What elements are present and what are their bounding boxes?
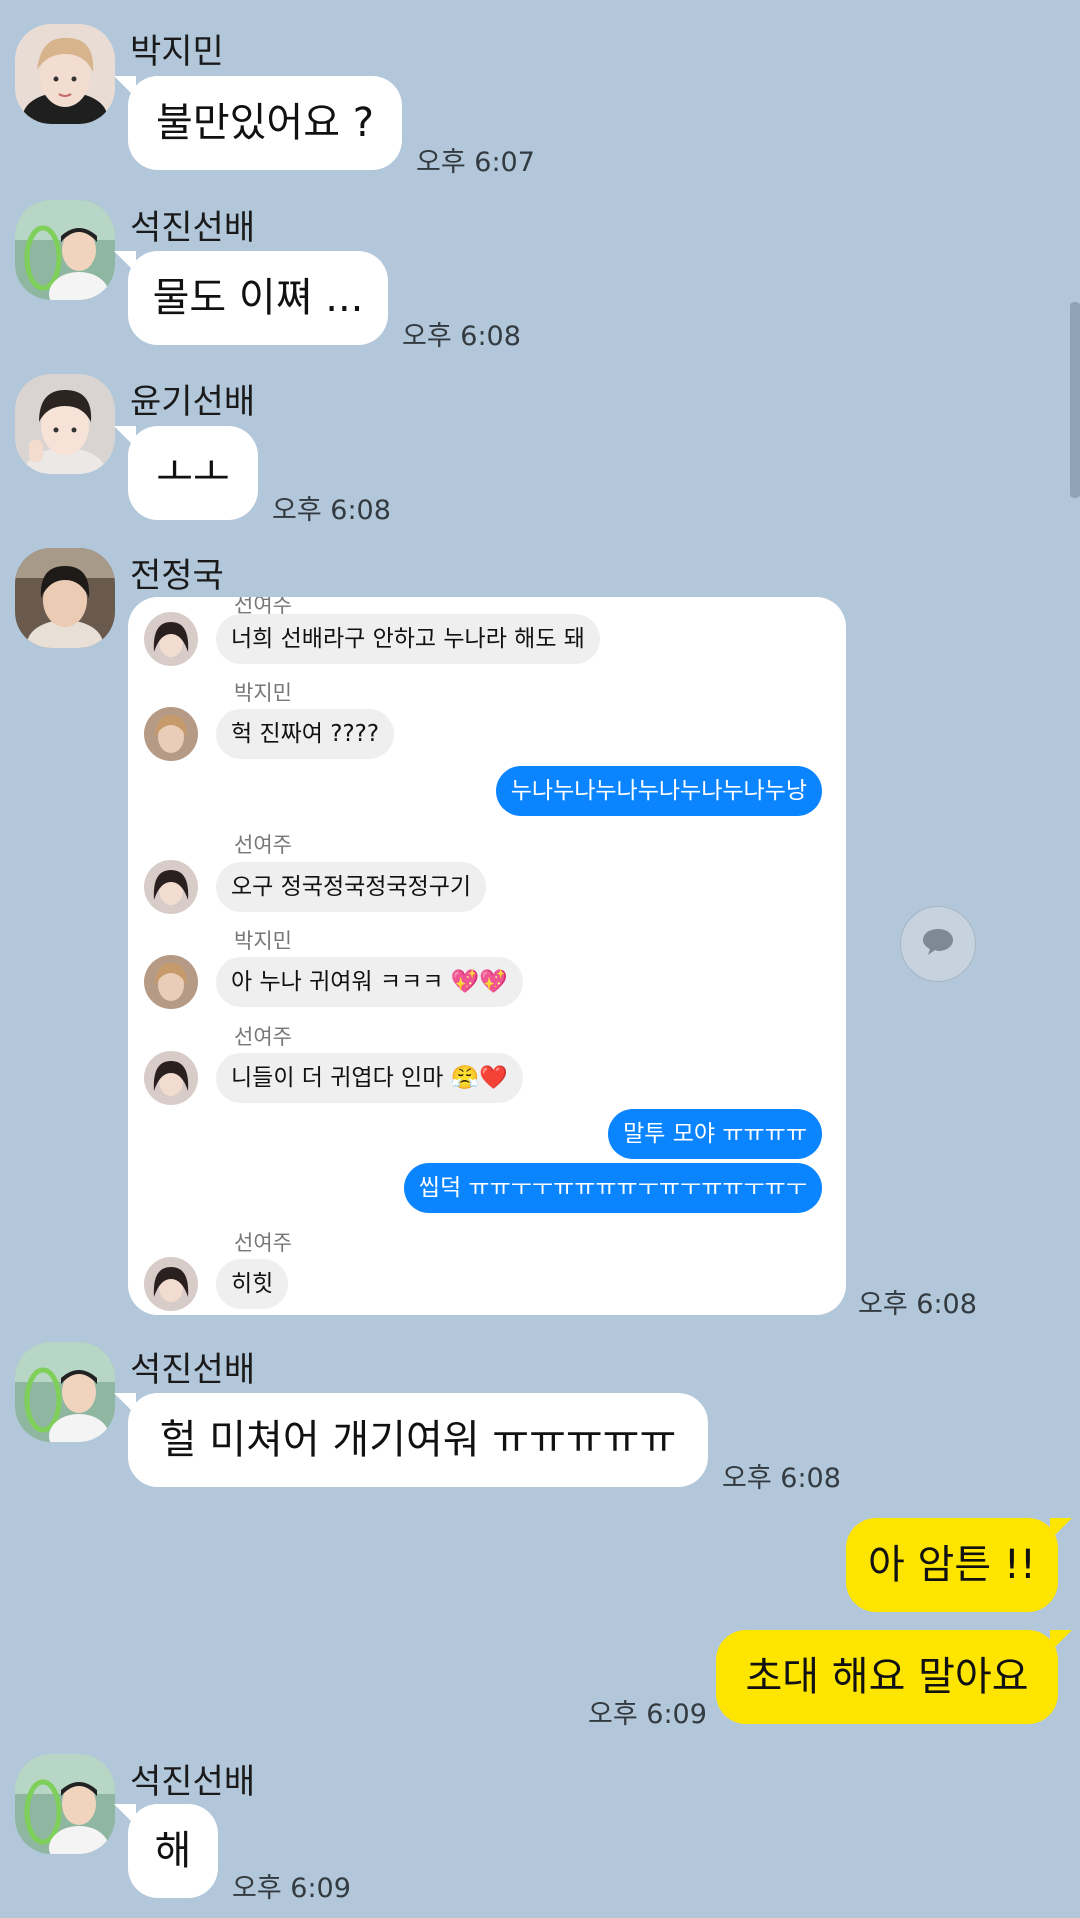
message-time: 오후 6:08 <box>722 1463 841 1494</box>
embedded-message: 헉 진짜여 ???? <box>216 709 395 759</box>
message-bubble[interactable]: 해 <box>114 1804 218 1898</box>
embedded-message: 오구 정국정국정국정구기 <box>216 862 487 912</box>
avatar-seokjin[interactable] <box>15 1342 115 1442</box>
embedded-message: 말투 모야 ㅠㅠㅠㅠ <box>608 1109 822 1159</box>
message-bubble[interactable]: 헐 미쳐어 개기여워 ㅠㅠㅠㅠㅠ <box>114 1393 708 1487</box>
outgoing-message-bubble[interactable]: 아 암튼 !! <box>846 1518 1072 1612</box>
avatar-jungkook[interactable] <box>15 548 115 648</box>
message-time: 오후 6:09 <box>588 1699 707 1730</box>
message-bubble[interactable]: 물도 이쪄 ... <box>114 251 388 345</box>
avatar-yoongi[interactable] <box>15 374 115 474</box>
shared-screenshot[interactable]: 선여주 너희 선배라구 안하고 누나라 해도 돼 박지민 헉 진짜여 ???? … <box>128 597 846 1315</box>
message-time: 오후 6:08 <box>272 495 391 526</box>
chat-fab-button[interactable] <box>900 906 976 982</box>
embedded-sender-name: 선여주 <box>234 1231 292 1255</box>
message-time: 오후 6:07 <box>416 147 535 178</box>
message-bubble[interactable]: 불만있어요 ? <box>114 76 402 170</box>
sender-name: 전정국 <box>130 556 224 596</box>
embedded-message: 너희 선배라구 안하고 누나라 해도 돼 <box>216 614 600 664</box>
mini-avatar-yeoju <box>144 860 198 914</box>
embedded-message: 아 누나 귀여워 ㅋㅋㅋ 💖💖 <box>216 957 523 1007</box>
sender-name: 윤기선배 <box>130 382 256 422</box>
speech-bubble-icon <box>921 927 955 961</box>
embedded-message: 히힛 <box>216 1259 289 1309</box>
outgoing-message-bubble[interactable]: 초대 해요 말아요 <box>716 1630 1072 1724</box>
embedded-sender-name: 선여주 <box>234 1025 292 1049</box>
embedded-message: 니들이 더 귀엽다 인마 😤❤️ <box>216 1053 523 1103</box>
sender-name: 석진선배 <box>130 208 256 248</box>
embedded-message: 누나누나누나누나누나누나누낭 <box>495 766 822 816</box>
embedded-sender-name: 박지민 <box>234 681 292 705</box>
sender-name: 박지민 <box>130 32 224 72</box>
sender-name: 석진선배 <box>130 1350 256 1390</box>
mini-avatar-yeoju <box>144 1257 198 1311</box>
avatar-jimin[interactable] <box>15 24 115 124</box>
avatar-seokjin[interactable] <box>15 1754 115 1854</box>
embedded-sender-name: 박지민 <box>234 929 292 953</box>
mini-avatar-jimin <box>144 707 198 761</box>
mini-avatar-yeoju <box>144 612 198 666</box>
mini-avatar-yeoju <box>144 1051 198 1105</box>
embedded-message: 씹덕 ㅠㅠㅜㅜㅠㅠㅠㅠㅜㅠㅜㅠㅠㅜㅠㅜ <box>403 1163 822 1213</box>
mini-avatar-jimin <box>144 955 198 1009</box>
avatar-seokjin[interactable] <box>15 200 115 300</box>
message-time: 오후 6:08 <box>402 321 521 352</box>
message-time: 오후 6:09 <box>232 1873 351 1904</box>
message-time: 오후 6:08 <box>858 1289 977 1320</box>
embedded-sender-name: 선여주 <box>234 833 292 857</box>
message-bubble[interactable]: ㅗㅗ <box>114 426 258 520</box>
sender-name: 석진선배 <box>130 1762 256 1802</box>
scrollbar[interactable] <box>1070 302 1080 498</box>
